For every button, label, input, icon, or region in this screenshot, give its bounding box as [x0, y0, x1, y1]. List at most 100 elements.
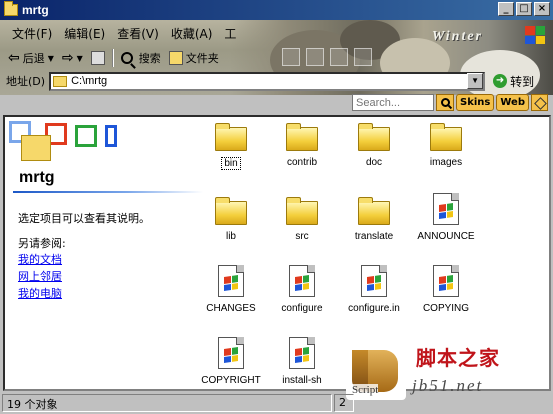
folder-up-icon [90, 51, 105, 65]
explorer-window: mrtg _ □ × Winter 文件(F) 编辑(E) 查看(V) 收藏(A… [0, 0, 553, 414]
status-object-count: 19 个对象 [2, 394, 332, 412]
copy-to-icon[interactable] [306, 48, 324, 66]
web-view-pane: mrtg 选定项目可以查看其说明。 另请参阅: 我的文档 网上邻居 我的电脑 [5, 117, 205, 389]
item-label: CHANGES [206, 303, 256, 314]
title-bar[interactable]: mrtg _ □ × [0, 0, 553, 20]
folder-item-doc[interactable]: doc [337, 123, 411, 168]
link-my-computer[interactable]: 我的电脑 [18, 285, 62, 301]
item-label: configure.in [348, 303, 400, 314]
folder-item-bin[interactable]: bin [194, 123, 268, 170]
folder-item-contrib[interactable]: contrib [265, 123, 339, 168]
file-icon [218, 265, 244, 297]
folder-item-images[interactable]: images [409, 123, 483, 168]
watermark-site-name: 脚本之家 [416, 346, 500, 370]
folder-item-src[interactable]: src [265, 197, 339, 242]
folder-icon [358, 197, 390, 225]
move-to-icon[interactable] [282, 48, 300, 66]
item-label: bin [221, 157, 241, 170]
folder-icon [215, 123, 247, 151]
skin-watermark-text: Winter [431, 29, 483, 44]
item-label: src [295, 231, 309, 242]
folder-icon [4, 1, 18, 16]
toolbar-separator [111, 49, 114, 67]
forward-arrow-icon: ⇨ [61, 50, 74, 66]
options-diamond-icon[interactable] [530, 94, 548, 111]
folder-icon [286, 197, 318, 225]
search-submit-button[interactable] [436, 94, 454, 111]
folders-button[interactable]: 文件夹 [165, 48, 223, 68]
window-title: mrtg [22, 3, 49, 17]
item-label: configure [281, 303, 323, 314]
menu-edit[interactable]: 编辑(E) [58, 23, 111, 44]
pane-title: mrtg [19, 169, 55, 186]
go-arrow-icon: ➜ [493, 74, 508, 88]
file-item-announce[interactable]: ANNOUNCE [409, 193, 483, 242]
file-item-configure[interactable]: configure [265, 265, 339, 314]
menu-view[interactable]: 查看(V) [111, 23, 165, 44]
file-item-configure-in[interactable]: configure.in [337, 265, 411, 314]
address-dropdown-button[interactable]: ▼ [467, 73, 484, 89]
close-button[interactable]: × [534, 2, 550, 16]
folder-icon [215, 197, 247, 225]
address-bar: 地址(D) C:\mrtg ▼ ➜ 转到 [0, 70, 553, 92]
maximize-button[interactable]: □ [516, 2, 532, 16]
go-label: 转到 [510, 74, 535, 89]
up-button[interactable] [87, 49, 109, 67]
forward-button[interactable]: ⇨ ▼ [58, 48, 87, 68]
folders-icon [168, 51, 183, 65]
folder-item-lib[interactable]: lib [194, 197, 268, 242]
folder-icon [286, 123, 318, 151]
item-label: COPYING [422, 303, 470, 314]
back-button[interactable]: ⇦ 后退 ▼ [4, 48, 58, 68]
go-button[interactable]: ➜ 转到 [493, 73, 534, 90]
search-toolbar: Skins Web [352, 94, 548, 111]
status-size: 2 [334, 394, 354, 412]
web-button[interactable]: Web [496, 94, 529, 111]
standard-toolbar: ⇦ 后退 ▼ ⇨ ▼ 搜索 文件夹 [0, 46, 223, 70]
file-icon [433, 193, 459, 225]
pane-description: 选定项目可以查看其说明。 [18, 212, 150, 225]
search-icon [440, 98, 450, 107]
file-icon [289, 265, 315, 297]
item-label: doc [365, 157, 383, 168]
minimize-button[interactable]: _ [498, 2, 514, 16]
search-button[interactable]: 搜索 [117, 48, 165, 68]
file-icon [289, 337, 315, 369]
link-my-documents[interactable]: 我的文档 [18, 251, 62, 267]
file-item-install-sh[interactable]: install-sh [265, 337, 339, 386]
link-network-places[interactable]: 网上邻居 [18, 268, 62, 284]
see-also-label: 另请参阅: [18, 237, 66, 250]
status-bar: 19 个对象 2 [0, 392, 553, 414]
folder-item-translate[interactable]: translate [337, 197, 411, 242]
file-item-changes[interactable]: CHANGES [194, 265, 268, 314]
file-item-copying[interactable]: COPYING [409, 265, 483, 314]
file-item-copyright[interactable]: COPYRIGHT [194, 337, 268, 386]
address-input[interactable]: C:\mrtg ▼ [49, 71, 486, 91]
delete-icon[interactable] [330, 48, 348, 66]
back-label: 后退 [22, 52, 45, 65]
item-label: contrib [286, 157, 317, 168]
chevron-down-icon: ▼ [76, 53, 83, 63]
item-label: lib [225, 231, 236, 242]
folder-banner-icon [9, 121, 117, 165]
search-label: 搜索 [138, 52, 161, 65]
menu-favorites[interactable]: 收藏(A) [165, 23, 219, 44]
windows-logo-icon [525, 26, 545, 44]
address-value: C:\mrtg [71, 75, 108, 87]
undo-icon[interactable] [354, 48, 372, 66]
folder-icon [53, 75, 68, 87]
item-label: translate [354, 231, 394, 242]
menu-tools[interactable]: 工 [218, 23, 242, 44]
search-icon [120, 52, 133, 64]
file-icon [361, 265, 387, 297]
item-label: COPYRIGHT [201, 375, 261, 386]
toolbar-more-buttons [282, 48, 372, 66]
pane-divider [13, 191, 203, 193]
file-icon [218, 337, 244, 369]
folder-icon [358, 123, 390, 151]
menu-file[interactable]: 文件(F) [6, 23, 58, 44]
search-input[interactable] [352, 94, 434, 111]
item-label: images [429, 157, 463, 168]
skins-button[interactable]: Skins [456, 94, 495, 111]
item-label: ANNOUNCE [417, 231, 475, 242]
